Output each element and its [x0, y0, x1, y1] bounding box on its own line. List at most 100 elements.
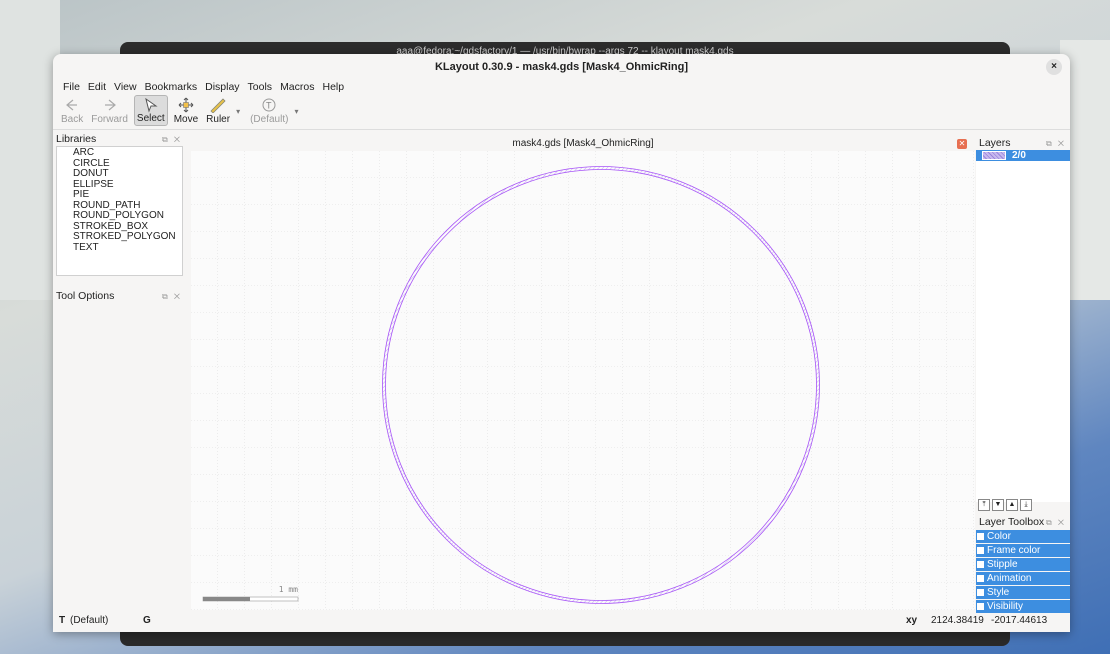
toolbox-animation-label: Animation [987, 573, 1032, 584]
select-cursor-icon [143, 97, 159, 113]
canvas-grid [191, 151, 975, 610]
toolbox-style[interactable]: Style [976, 586, 1070, 599]
layer-toolbox-title: Layer Toolbox [979, 516, 1045, 528]
layer-stipple-swatch [982, 151, 1006, 160]
menu-macros[interactable]: Macros [276, 80, 318, 95]
toolbox-stipple[interactable]: Stipple [976, 558, 1070, 571]
toolbox-style-label: Style [987, 587, 1010, 598]
canvas-close-button[interactable]: ✕ [957, 139, 967, 149]
menu-display[interactable]: Display [201, 80, 243, 95]
tool-options-title: Tool Options [56, 290, 115, 302]
layout-canvas[interactable]: 1 mm [191, 151, 975, 610]
default-text-button[interactable]: T (Default) [248, 95, 290, 126]
default-label: (Default) [250, 114, 289, 125]
toolbar: Back Forward Select Move Ruler ▾ T (Defa… [53, 95, 1070, 130]
layer-name: 2/0 [1012, 150, 1026, 161]
ruler-label: Ruler [206, 114, 231, 125]
window-title: KLayout 0.30.9 - mask4.gds [Mask4_OhmicR… [434, 61, 689, 73]
libraries-title: Libraries [56, 133, 97, 145]
select-label: Select [136, 113, 165, 124]
layers-header: Layers ⧉ ✕ [976, 137, 1070, 150]
toolbox-stipple-label: Stipple [987, 559, 1018, 570]
layer-list: 2/0 [976, 150, 1070, 502]
layers-title: Layers [979, 137, 1011, 149]
background-building [0, 0, 60, 300]
menu-bookmarks[interactable]: Bookmarks [141, 80, 202, 95]
panel-float-close-icon[interactable]: ⧉ ✕ [162, 290, 182, 303]
forward-button[interactable]: Forward [89, 95, 130, 126]
back-button[interactable]: Back [59, 95, 85, 126]
default-dropdown-icon[interactable]: ▾ [294, 95, 298, 116]
library-item[interactable]: ARC [73, 147, 182, 159]
libraries-panel: Libraries ⧉ ✕ ARC CIRCLE DONUT ELLIPSE P… [53, 133, 186, 276]
status-mode-g: G [143, 615, 151, 626]
ruler-icon [209, 96, 227, 114]
back-label: Back [61, 114, 84, 125]
text-tool-glyph: T [266, 101, 272, 111]
menu-tools[interactable]: Tools [244, 80, 277, 95]
toolbox-animation[interactable]: Animation [976, 572, 1070, 585]
layer-row-2-0[interactable]: 2/0 [976, 150, 1070, 161]
menu-file[interactable]: File [59, 80, 84, 95]
canvas-title-text: mask4.gds [Mask4_OhmicRing] [512, 138, 654, 149]
layer-toolbox-header: Layer Toolbox ⧉ ✕ [976, 516, 1070, 529]
status-coord-y: -2017.44613 [991, 615, 1048, 626]
expand-icon [977, 603, 984, 610]
library-item[interactable]: STROKED_POLYGON [73, 231, 182, 243]
toolbox-frame-color-label: Frame color [987, 545, 1041, 556]
expand-icon [977, 533, 984, 540]
tool-options-panel: Tool Options ⧉ ✕ [53, 290, 186, 303]
status-bar: T (Default) G xy 2124.38419 -2017.44613 [53, 612, 1070, 630]
move-down-icon[interactable]: ▼ [992, 499, 1004, 511]
libraries-list: ARC CIRCLE DONUT ELLIPSE PIE ROUND_PATH … [56, 146, 183, 276]
ruler-button[interactable]: Ruler [204, 95, 232, 126]
canvas-tab-title: mask4.gds [Mask4_OhmicRing] ✕ [191, 137, 975, 151]
toolbox-color-label: Color [987, 531, 1011, 542]
expand-icon [977, 589, 984, 596]
library-item[interactable]: PIE [73, 189, 182, 201]
layers-panel: Layers ⧉ ✕ 2/0 [976, 137, 1070, 502]
forward-label: Forward [91, 114, 128, 125]
move-arrows-icon [178, 96, 194, 114]
library-item[interactable]: ELLIPSE [73, 179, 182, 191]
menu-help[interactable]: Help [319, 80, 349, 95]
expand-icon [977, 575, 984, 582]
scale-bar-fill [203, 597, 250, 601]
layout-drawing [191, 151, 975, 610]
klayout-window: KLayout 0.30.9 - mask4.gds [Mask4_OhmicR… [53, 54, 1070, 632]
status-coord-x: 2124.38419 [931, 615, 984, 626]
panel-float-close-icon[interactable]: ⧉ ✕ [1046, 137, 1066, 150]
tool-options-header: Tool Options ⧉ ✕ [53, 290, 186, 303]
library-item[interactable]: TEXT [73, 242, 182, 254]
libraries-header: Libraries ⧉ ✕ [53, 133, 186, 146]
text-tool-icon: T [261, 96, 277, 114]
move-bottom-icon[interactable]: ⤓ [1020, 499, 1032, 511]
menu-edit[interactable]: Edit [84, 80, 110, 95]
expand-icon [977, 561, 984, 568]
arrow-left-icon [65, 96, 79, 114]
move-up-icon[interactable]: ▲ [1006, 499, 1018, 511]
select-button[interactable]: Select [133, 95, 168, 126]
library-item[interactable]: DONUT [73, 168, 182, 180]
panel-float-close-icon[interactable]: ⧉ ✕ [1046, 516, 1066, 529]
arrow-right-icon [103, 96, 117, 114]
window-titlebar[interactable]: KLayout 0.30.9 - mask4.gds [Mask4_OhmicR… [53, 54, 1070, 80]
scale-bar-label: 1 mm [278, 585, 298, 594]
layer-toolbox-panel: Layer Toolbox ⧉ ✕ Color Frame color Stip… [976, 516, 1070, 613]
menu-view[interactable]: View [110, 80, 141, 95]
move-top-icon[interactable]: ⤒ [978, 499, 990, 511]
move-button[interactable]: Move [172, 95, 200, 126]
expand-icon [977, 547, 984, 554]
status-mode-t: T [59, 615, 66, 626]
ruler-dropdown-icon[interactable]: ▾ [236, 95, 240, 116]
library-item[interactable]: ROUND_POLYGON [73, 210, 182, 222]
move-label: Move [173, 114, 199, 125]
menu-bar: File Edit View Bookmarks Display Tools M… [53, 80, 1070, 95]
panel-float-close-icon[interactable]: ⧉ ✕ [162, 133, 182, 146]
toolbox-frame-color[interactable]: Frame color [976, 544, 1070, 557]
layer-order-buttons: ⤒ ▼ ▲ ⤓ [978, 499, 1032, 511]
window-close-button[interactable]: × [1046, 59, 1062, 75]
status-mode-label: (Default) [70, 615, 109, 626]
toolbox-color[interactable]: Color [976, 530, 1070, 543]
status-coord-label: xy [906, 615, 918, 626]
